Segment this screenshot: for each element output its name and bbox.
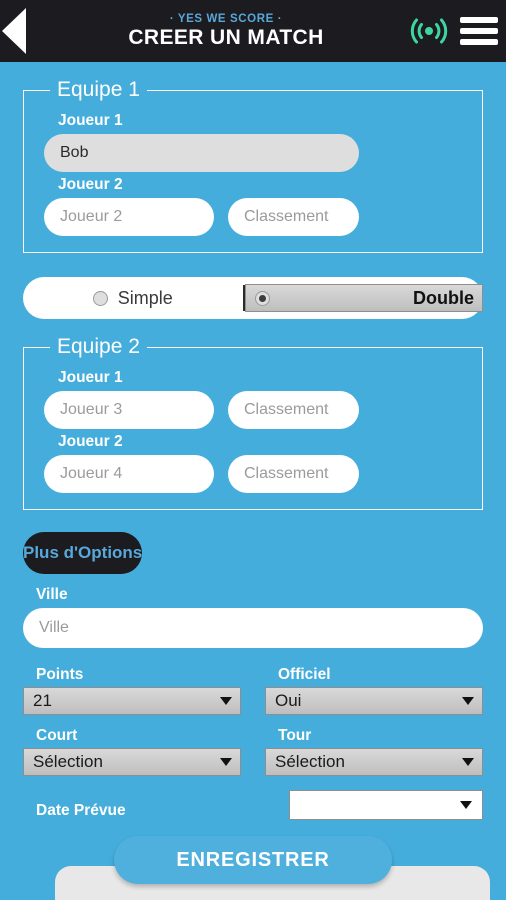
team1-player2-row (44, 198, 462, 236)
team-2-legend: Equipe 2 (57, 335, 140, 358)
team2-player1-rank-input[interactable] (228, 391, 359, 429)
mode-double-label: Double (413, 287, 474, 308)
team1-player1-label: Joueur 1 (58, 112, 123, 129)
menu-bar-1 (460, 17, 498, 23)
court-label: Court (36, 727, 78, 744)
date-select[interactable] (289, 790, 483, 820)
team2-player2-label: Joueur 2 (58, 433, 123, 450)
points-select[interactable]: 21 (23, 687, 241, 715)
court-field-group: Court Sélection (23, 723, 241, 776)
points-value: 21 (33, 691, 52, 710)
team2-player1-row (44, 391, 462, 429)
match-mode-toggle: Simple Double (23, 277, 483, 319)
chevron-down-icon (220, 758, 232, 766)
form-content: Equipe 1 Joueur 1 Joueur 2 Simple Double… (0, 62, 506, 900)
mode-option-double[interactable]: Double (244, 284, 483, 312)
team2-player1-input[interactable] (44, 391, 214, 429)
menu-bar-3 (460, 39, 498, 45)
options-grid: Points 21 Officiel Oui Court Sélection T… (23, 662, 483, 776)
tour-value: Sélection (275, 752, 345, 771)
menu-bar-2 (460, 28, 498, 34)
hamburger-menu-icon[interactable] (452, 11, 506, 51)
more-options-button[interactable]: Plus d'Options (23, 532, 143, 574)
mode-option-simple[interactable]: Simple (23, 277, 243, 319)
court-value: Sélection (33, 752, 103, 771)
back-triangle-icon (2, 8, 26, 54)
team1-player1-row (44, 134, 462, 172)
chevron-down-icon (462, 697, 474, 705)
team2-player1-label: Joueur 1 (58, 369, 123, 386)
team1-player2-label: Joueur 2 (58, 176, 123, 193)
tour-label: Tour (278, 727, 312, 744)
officiel-label: Officiel (278, 666, 331, 683)
court-select[interactable]: Sélection (23, 748, 241, 776)
back-button[interactable] (0, 0, 52, 62)
app-header: · YES WE SCORE · CREER UN MATCH (0, 0, 506, 62)
date-label: Date Prévue (36, 802, 126, 819)
chevron-down-icon (460, 801, 472, 809)
team-1-legend: Equipe 1 (57, 78, 140, 101)
chevron-down-icon (220, 697, 232, 705)
radio-double-icon (254, 290, 270, 306)
team2-player2-input[interactable] (44, 455, 214, 493)
chevron-down-icon (462, 758, 474, 766)
page-title: CREER UN MATCH (128, 26, 324, 49)
officiel-value: Oui (275, 691, 302, 710)
tour-select[interactable]: Sélection (265, 748, 483, 776)
team1-player1-input[interactable] (44, 134, 359, 172)
team1-player2-input[interactable] (44, 198, 214, 236)
team2-player2-rank-input[interactable] (228, 455, 359, 493)
radio-simple-icon (92, 290, 108, 306)
brand-tagline: · YES WE SCORE · (169, 12, 283, 25)
live-broadcast-icon[interactable] (406, 11, 452, 51)
team-1-fieldset: Equipe 1 Joueur 1 Joueur 2 (23, 78, 483, 253)
team2-player2-row (44, 455, 462, 493)
save-button[interactable]: ENREGISTRER (114, 836, 392, 884)
officiel-select[interactable]: Oui (265, 687, 483, 715)
ville-input[interactable] (23, 608, 483, 648)
points-label: Points (36, 666, 84, 683)
team1-player2-rank-input[interactable] (228, 198, 359, 236)
team-2-fieldset: Equipe 2 Joueur 1 Joueur 2 (23, 335, 483, 510)
date-field-group: Date Prévue (23, 790, 483, 820)
mode-simple-label: Simple (117, 287, 173, 308)
points-field-group: Points 21 (23, 662, 241, 715)
ville-label: Ville (36, 586, 68, 603)
header-title-block: · YES WE SCORE · CREER UN MATCH (52, 13, 406, 49)
officiel-field-group: Officiel Oui (265, 662, 483, 715)
tour-field-group: Tour Sélection (265, 723, 483, 776)
ville-field-group: Ville (23, 586, 483, 648)
